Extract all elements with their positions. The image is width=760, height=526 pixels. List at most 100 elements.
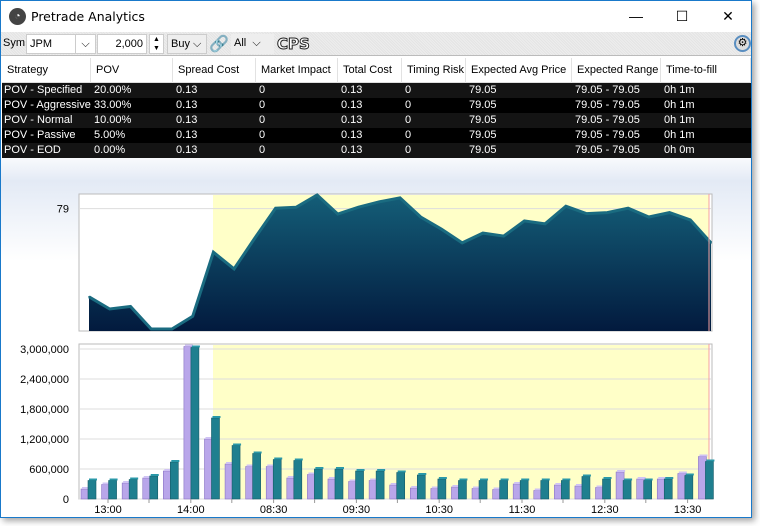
x-tick-label: 13:00 <box>94 504 122 516</box>
volume-bar-series2 <box>684 475 694 500</box>
volume-bar-series2 <box>540 480 550 500</box>
bar-top-face <box>500 478 509 481</box>
column-header[interactable]: Expected Avg Price <box>466 58 572 83</box>
y-tick-label: 1,800,000 <box>20 404 69 416</box>
x-tick-label: 11:30 <box>509 504 536 516</box>
table-cell: 0 <box>405 144 412 156</box>
volume-bar-series2 <box>87 480 97 500</box>
table-row[interactable]: POV - EOD 0.00% 0.13 0 0.13 0 79.05 79.05 - 79.… <box>2 143 751 158</box>
table-cell: 33.00% <box>94 99 132 111</box>
column-header[interactable]: Spread Cost <box>173 58 256 83</box>
price-point <box>108 308 111 310</box>
table-cell: 0.13 <box>341 144 363 156</box>
table-cell: 0.13 <box>176 129 198 141</box>
volume-bar-series2 <box>293 460 303 500</box>
volume-bar-series2 <box>581 476 591 500</box>
price-point <box>461 242 464 244</box>
bar-top-face <box>637 477 646 479</box>
price-point <box>337 213 339 215</box>
table-cell: 79.05 - 79.05 <box>575 84 640 96</box>
volume-bar-series2 <box>602 478 611 500</box>
volume-bar-series2 <box>128 479 138 500</box>
bar-top-face <box>397 470 406 473</box>
table-cell: POV - EOD <box>4 144 61 156</box>
bar-top-face <box>274 457 283 460</box>
volume-bar-series2 <box>416 474 426 500</box>
price-point <box>357 206 360 209</box>
table-cell: 0 <box>259 129 266 141</box>
quantity-input[interactable]: 2,000 <box>97 34 147 54</box>
table-cell: 0 <box>405 84 412 96</box>
column-header[interactable]: POV <box>91 58 173 83</box>
volume-bar-chart: 0 600,000 1,200,000 1,800,000 2,400,000 3,000… <box>20 343 715 516</box>
price-point <box>710 242 712 244</box>
bar-top-face <box>89 478 97 481</box>
side-value: Buy <box>171 38 190 50</box>
price-point <box>316 194 318 196</box>
cps-button[interactable]: CPS <box>277 35 311 54</box>
price-point <box>295 206 298 209</box>
price-point <box>482 232 484 234</box>
venue-select[interactable]: All ⌵ <box>231 34 274 54</box>
y-tick-label: 0 <box>63 494 69 506</box>
bar-top-face <box>377 469 386 471</box>
table-cell: 79.05 <box>469 99 497 111</box>
table-cell: 0 <box>259 99 266 111</box>
table-cell: 79.05 - 79.05 <box>575 114 640 126</box>
bar-top-face <box>459 478 468 481</box>
price-point <box>378 201 381 203</box>
price-point <box>191 315 194 318</box>
price-point <box>212 251 215 254</box>
side-select[interactable]: Buy ⌵ <box>167 34 207 54</box>
link-icon[interactable]: 🔗 <box>209 34 229 54</box>
bar-top-face <box>678 471 687 474</box>
volume-bar-series2 <box>375 470 385 500</box>
column-header[interactable]: Time-to-fill <box>661 58 751 83</box>
volume-bar-series2 <box>149 475 159 500</box>
column-header[interactable]: Strategy <box>2 58 91 83</box>
close-button[interactable]: ✕ <box>705 1 751 32</box>
table-cell: 0.13 <box>176 114 198 126</box>
volume-bar-series2 <box>519 480 529 500</box>
table-row[interactable]: POV - Passive 5.00% 0.13 0 0.13 0 79.05 79.05 -… <box>2 128 751 143</box>
bar-top-face <box>582 474 591 477</box>
bar-top-face <box>706 459 715 462</box>
table-row[interactable]: POV - Aggressive 33.00% 0.13 0 0.13 0 79.05 79.… <box>2 98 751 113</box>
volume-bar-series2 <box>211 417 220 500</box>
volume-bar-series2 <box>643 480 652 500</box>
symbol-input[interactable]: JPM <box>26 34 76 54</box>
quantity-stepper[interactable]: ▲ ▼ <box>149 34 164 54</box>
volume-bar-series2 <box>355 470 364 500</box>
volume-bar-series2 <box>396 472 406 500</box>
volume-bar-series2 <box>458 480 467 500</box>
table-cell: POV - Passive <box>4 129 76 141</box>
bar-top-face <box>335 467 344 469</box>
price-point <box>502 235 505 237</box>
column-header[interactable]: Expected Range <box>572 58 661 83</box>
table-cell: 10.00% <box>94 114 132 126</box>
table-cell: 0.13 <box>341 114 363 126</box>
toolbar: Sym: JPM ⌵ 2,000 ▲ ▼ Buy ⌵ 🔗 All ⌵ CPS ⚙ <box>1 32 751 56</box>
column-header[interactable]: Timing Risk <box>402 58 466 83</box>
maximize-button[interactable]: ☐ <box>659 1 705 32</box>
column-header[interactable]: Market Impact <box>256 58 338 83</box>
bar-top-face <box>315 467 324 469</box>
bar-top-face <box>233 443 242 446</box>
minimize-button[interactable]: — <box>613 1 659 32</box>
volume-bar-series2 <box>705 461 714 500</box>
table-cell: 0 <box>259 84 266 96</box>
app-logo-icon: ◔ <box>9 8 26 25</box>
table-cell: 0.13 <box>341 129 363 141</box>
table-row[interactable]: POV - Specified 20.00% 0.13 0 0.13 0 79.05 79.0… <box>2 83 751 98</box>
table-row[interactable]: POV - Normal 10.00% 0.13 0 0.13 0 79.05 79.05 -… <box>2 113 751 128</box>
bar-top-face <box>418 473 427 475</box>
table-cell: 0h 1m <box>664 114 695 126</box>
volume-bar-series2 <box>622 480 632 500</box>
bar-top-face <box>699 454 708 457</box>
table-cell: 0.13 <box>176 144 198 156</box>
window-title: Pretrade Analytics <box>31 9 145 24</box>
column-header[interactable]: Total Cost <box>338 58 402 83</box>
symbol-dropdown-chevron-icon[interactable]: ⌵ <box>75 34 96 54</box>
table-cell: 5.00% <box>94 129 126 141</box>
gear-icon[interactable]: ⚙ <box>734 35 751 52</box>
